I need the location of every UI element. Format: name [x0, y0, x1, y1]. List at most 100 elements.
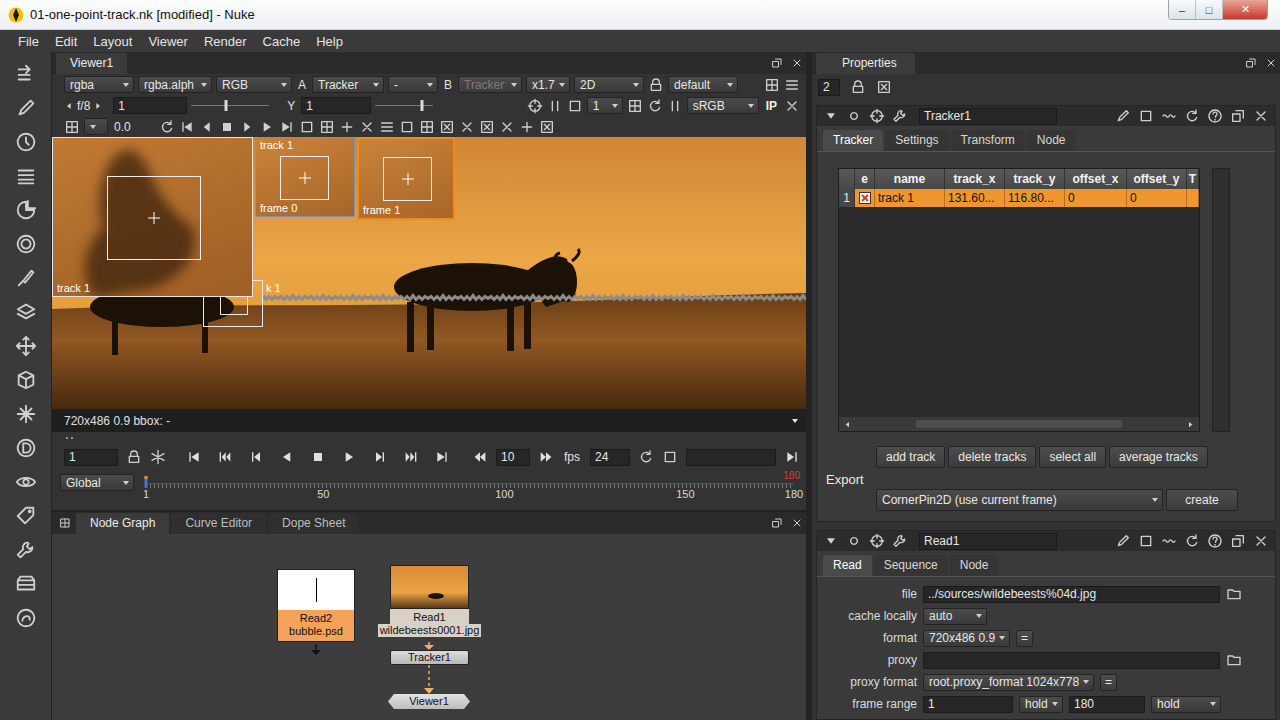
table-cell[interactable]: 0 [1127, 189, 1187, 207]
header-cell[interactable]: track_x [945, 169, 1005, 189]
end-icon[interactable] [784, 449, 800, 465]
refresh-icon[interactable] [647, 98, 663, 114]
viewer-canvas[interactable]: k 1track 1track 1frame 0frame 1 [52, 137, 806, 409]
track-button[interactable]: add track [876, 446, 945, 468]
float-icon[interactable] [1230, 533, 1246, 549]
float-icon[interactable] [1230, 108, 1246, 124]
refresh-icon[interactable] [1184, 108, 1200, 124]
pane-menu-icon[interactable] [59, 517, 71, 529]
plus-icon[interactable] [339, 119, 355, 135]
window-control-button[interactable]: ✕ [1222, 0, 1267, 19]
table-cell[interactable]: 0 [1065, 189, 1127, 207]
dot-icon[interactable] [846, 108, 862, 124]
folder-icon[interactable] [1226, 652, 1242, 668]
float-icon[interactable] [771, 517, 783, 529]
crossbox-icon[interactable] [439, 119, 455, 135]
horizontal-scrollbar[interactable] [839, 417, 1199, 431]
panel-tab[interactable]: Sequence [874, 555, 948, 576]
dot-icon[interactable] [846, 533, 862, 549]
refresh-icon[interactable] [1184, 533, 1200, 549]
close-icon[interactable] [791, 517, 803, 529]
left-arrow-icon[interactable] [64, 101, 74, 111]
track-button[interactable]: delete tracks [948, 446, 1036, 468]
slider-knob[interactable] [225, 100, 228, 111]
square-icon[interactable] [1138, 108, 1154, 124]
target-icon[interactable] [869, 108, 885, 124]
pause-icon[interactable] [547, 98, 563, 114]
gain-field[interactable]: 1 [113, 97, 187, 114]
grid-icon[interactable] [764, 77, 780, 93]
edit-format-button[interactable]: = [1100, 674, 1117, 691]
grid-icon[interactable] [319, 119, 335, 135]
scroll-thumb[interactable] [916, 420, 1122, 428]
collapse-icon[interactable] [823, 533, 839, 549]
viewer-dropdown[interactable]: 2D [574, 76, 644, 93]
after-dropdown[interactable]: hold [1151, 696, 1221, 713]
knob-dropdown[interactable]: auto [923, 608, 987, 625]
before-dropdown[interactable]: hold [1019, 696, 1063, 713]
viewer-dropdown[interactable]: RGB [216, 76, 292, 93]
lock-icon[interactable] [648, 77, 664, 93]
crossbox-icon[interactable] [539, 119, 555, 135]
graph-tab[interactable]: Node Graph [76, 513, 169, 534]
menu-icon[interactable] [379, 119, 395, 135]
swirl-icon[interactable] [15, 607, 37, 629]
snowflake-icon[interactable] [150, 449, 166, 465]
wrench-icon[interactable] [892, 533, 908, 549]
knob-dropdown[interactable]: root.proxy_format 1024x778 [923, 674, 1094, 691]
crossbox-icon[interactable] [479, 119, 495, 135]
first-frame-field[interactable]: 1 [923, 696, 1013, 713]
pen-icon[interactable] [15, 97, 37, 119]
viewer-dropdown[interactable]: rgba.alph [138, 76, 212, 93]
header-cell[interactable]: name [875, 169, 945, 189]
panel-tab[interactable]: Settings [885, 130, 948, 151]
knob-dropdown[interactable]: 720x486 0.9 [923, 630, 1010, 647]
header-cell[interactable]: offset_y [1127, 169, 1187, 189]
edit-format-button[interactable]: = [1016, 630, 1033, 647]
tPlay-icon[interactable] [259, 119, 275, 135]
wrench-icon[interactable] [892, 108, 908, 124]
window-control-button[interactable]: – [1169, 0, 1195, 19]
tPlayBack-icon[interactable] [279, 449, 295, 465]
clock-icon[interactable] [15, 131, 37, 153]
tKeyPrev-icon[interactable] [217, 449, 233, 465]
float-icon[interactable] [1245, 57, 1257, 69]
help-icon[interactable] [1207, 108, 1223, 124]
last-frame-field[interactable]: 180 [1069, 696, 1145, 713]
arrow-icon[interactable] [15, 63, 37, 85]
drawer-icon[interactable] [15, 573, 37, 595]
graph-node[interactable]: Viewer1 [388, 694, 470, 709]
range-dropdown[interactable]: Global [60, 474, 134, 491]
track-button[interactable]: average tracks [1109, 446, 1208, 468]
panel-tab[interactable]: Tracker [823, 130, 883, 151]
wave-icon[interactable] [1161, 533, 1177, 549]
node-name-field[interactable]: Read1 [919, 533, 1057, 550]
fstop-stepper[interactable]: f/8 [64, 99, 103, 113]
graph-node[interactable]: Read2bubble.psd [277, 569, 355, 642]
tPlay-icon[interactable] [341, 449, 357, 465]
tFirst-icon[interactable] [186, 449, 202, 465]
menu-item[interactable]: Viewer [140, 34, 196, 49]
refresh-icon[interactable] [159, 119, 175, 135]
tRight-icon[interactable] [239, 119, 255, 135]
fps-field[interactable]: 24 [590, 449, 630, 466]
keyframe-thumbnail[interactable]: frame 1 [357, 137, 455, 220]
graph-node[interactable]: Read1wildebeests0001.jpg [390, 565, 469, 637]
tKeyNext-icon[interactable] [403, 449, 419, 465]
cube-icon[interactable] [15, 369, 37, 391]
menu-item[interactable]: Help [308, 34, 351, 49]
wave-icon[interactable] [1161, 108, 1177, 124]
viewer-dropdown[interactable]: default [668, 76, 738, 93]
scroll-right-icon[interactable] [1186, 420, 1195, 429]
help-icon[interactable] [1207, 533, 1223, 549]
lock-icon[interactable] [850, 79, 866, 95]
proxy-level-dropdown[interactable]: 1 [587, 97, 623, 114]
cross-icon[interactable] [499, 119, 515, 135]
stack-icon[interactable] [15, 165, 37, 187]
circle-icon[interactable] [15, 233, 37, 255]
slider-knob[interactable] [420, 100, 423, 111]
colorspace-dropdown[interactable]: sRGB [687, 97, 759, 114]
enabled-checkbox-icon[interactable] [859, 192, 871, 204]
spark-icon[interactable] [15, 403, 37, 425]
square-icon[interactable] [399, 119, 415, 135]
